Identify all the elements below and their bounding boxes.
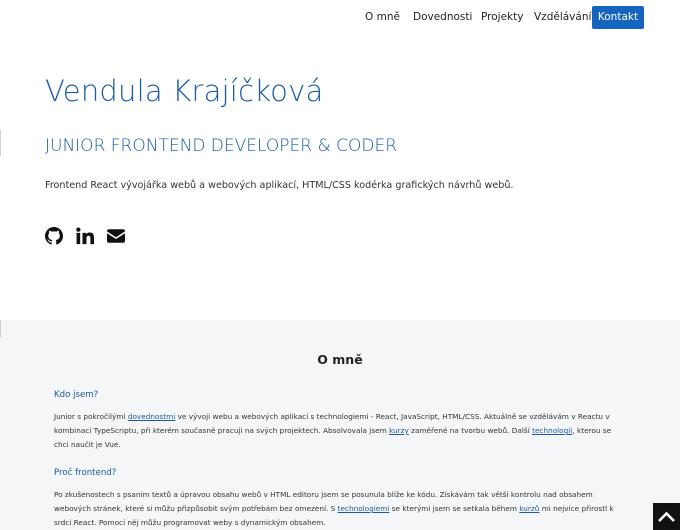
edge-divider [0, 320, 1, 338]
about-title: O mně [317, 352, 363, 367]
hero-name: Vendula Krajíčková [45, 74, 324, 108]
link-kurzu[interactable]: kurzů [519, 504, 539, 513]
about-paragraph-2: Po zkušenostech s psaním textů a úpravou… [54, 488, 624, 530]
paragraph-text: zaměřené na tvorbu webů. Další [408, 426, 533, 435]
about-paragraph-1: Junior s pokročilými dovednostmi ve vývo… [54, 410, 624, 452]
hero-description: Frontend React vývojářka webů a webových… [45, 180, 514, 191]
linkedin-icon[interactable] [76, 227, 94, 245]
nav-item-vzdelavani[interactable]: Vzdělávání [534, 11, 591, 23]
chevron-up-icon [658, 511, 675, 522]
question-why-frontend: Proč frontend? [54, 468, 117, 478]
paragraph-text: Junior s pokročilými [54, 412, 128, 421]
link-dovednostmi[interactable]: dovednostmi [128, 412, 175, 421]
question-who: Kdo jsem? [54, 390, 99, 400]
github-icon[interactable] [45, 227, 63, 245]
link-technologiemi[interactable]: technologiemi [338, 504, 390, 513]
link-kurzy[interactable]: kurzy [389, 426, 409, 435]
contact-button[interactable]: Kontakt [592, 6, 644, 29]
paragraph-text: se kterými jsem se setkala během [389, 504, 520, 513]
top-navigation: O mně Dovednosti Projekty Vzdělávání Kon… [0, 0, 680, 36]
nav-item-projekty[interactable]: Projekty [481, 11, 523, 23]
hero-section: Vendula Krajíčková JUNIOR FRONTEND DEVEL… [0, 36, 680, 320]
edge-divider [0, 130, 1, 156]
nav-item-dovednosti[interactable]: Dovednosti [413, 11, 472, 23]
envelope-icon[interactable] [107, 227, 125, 245]
nav-item-o-mne[interactable]: O mně [365, 11, 400, 23]
about-section: O mně Kdo jsem? Junior s pokročilými dov… [0, 320, 680, 530]
hero-role: JUNIOR FRONTEND DEVELOPER & CODER [45, 136, 398, 156]
scroll-to-top-button[interactable] [653, 503, 680, 530]
link-technologii[interactable]: technologii [532, 426, 572, 435]
